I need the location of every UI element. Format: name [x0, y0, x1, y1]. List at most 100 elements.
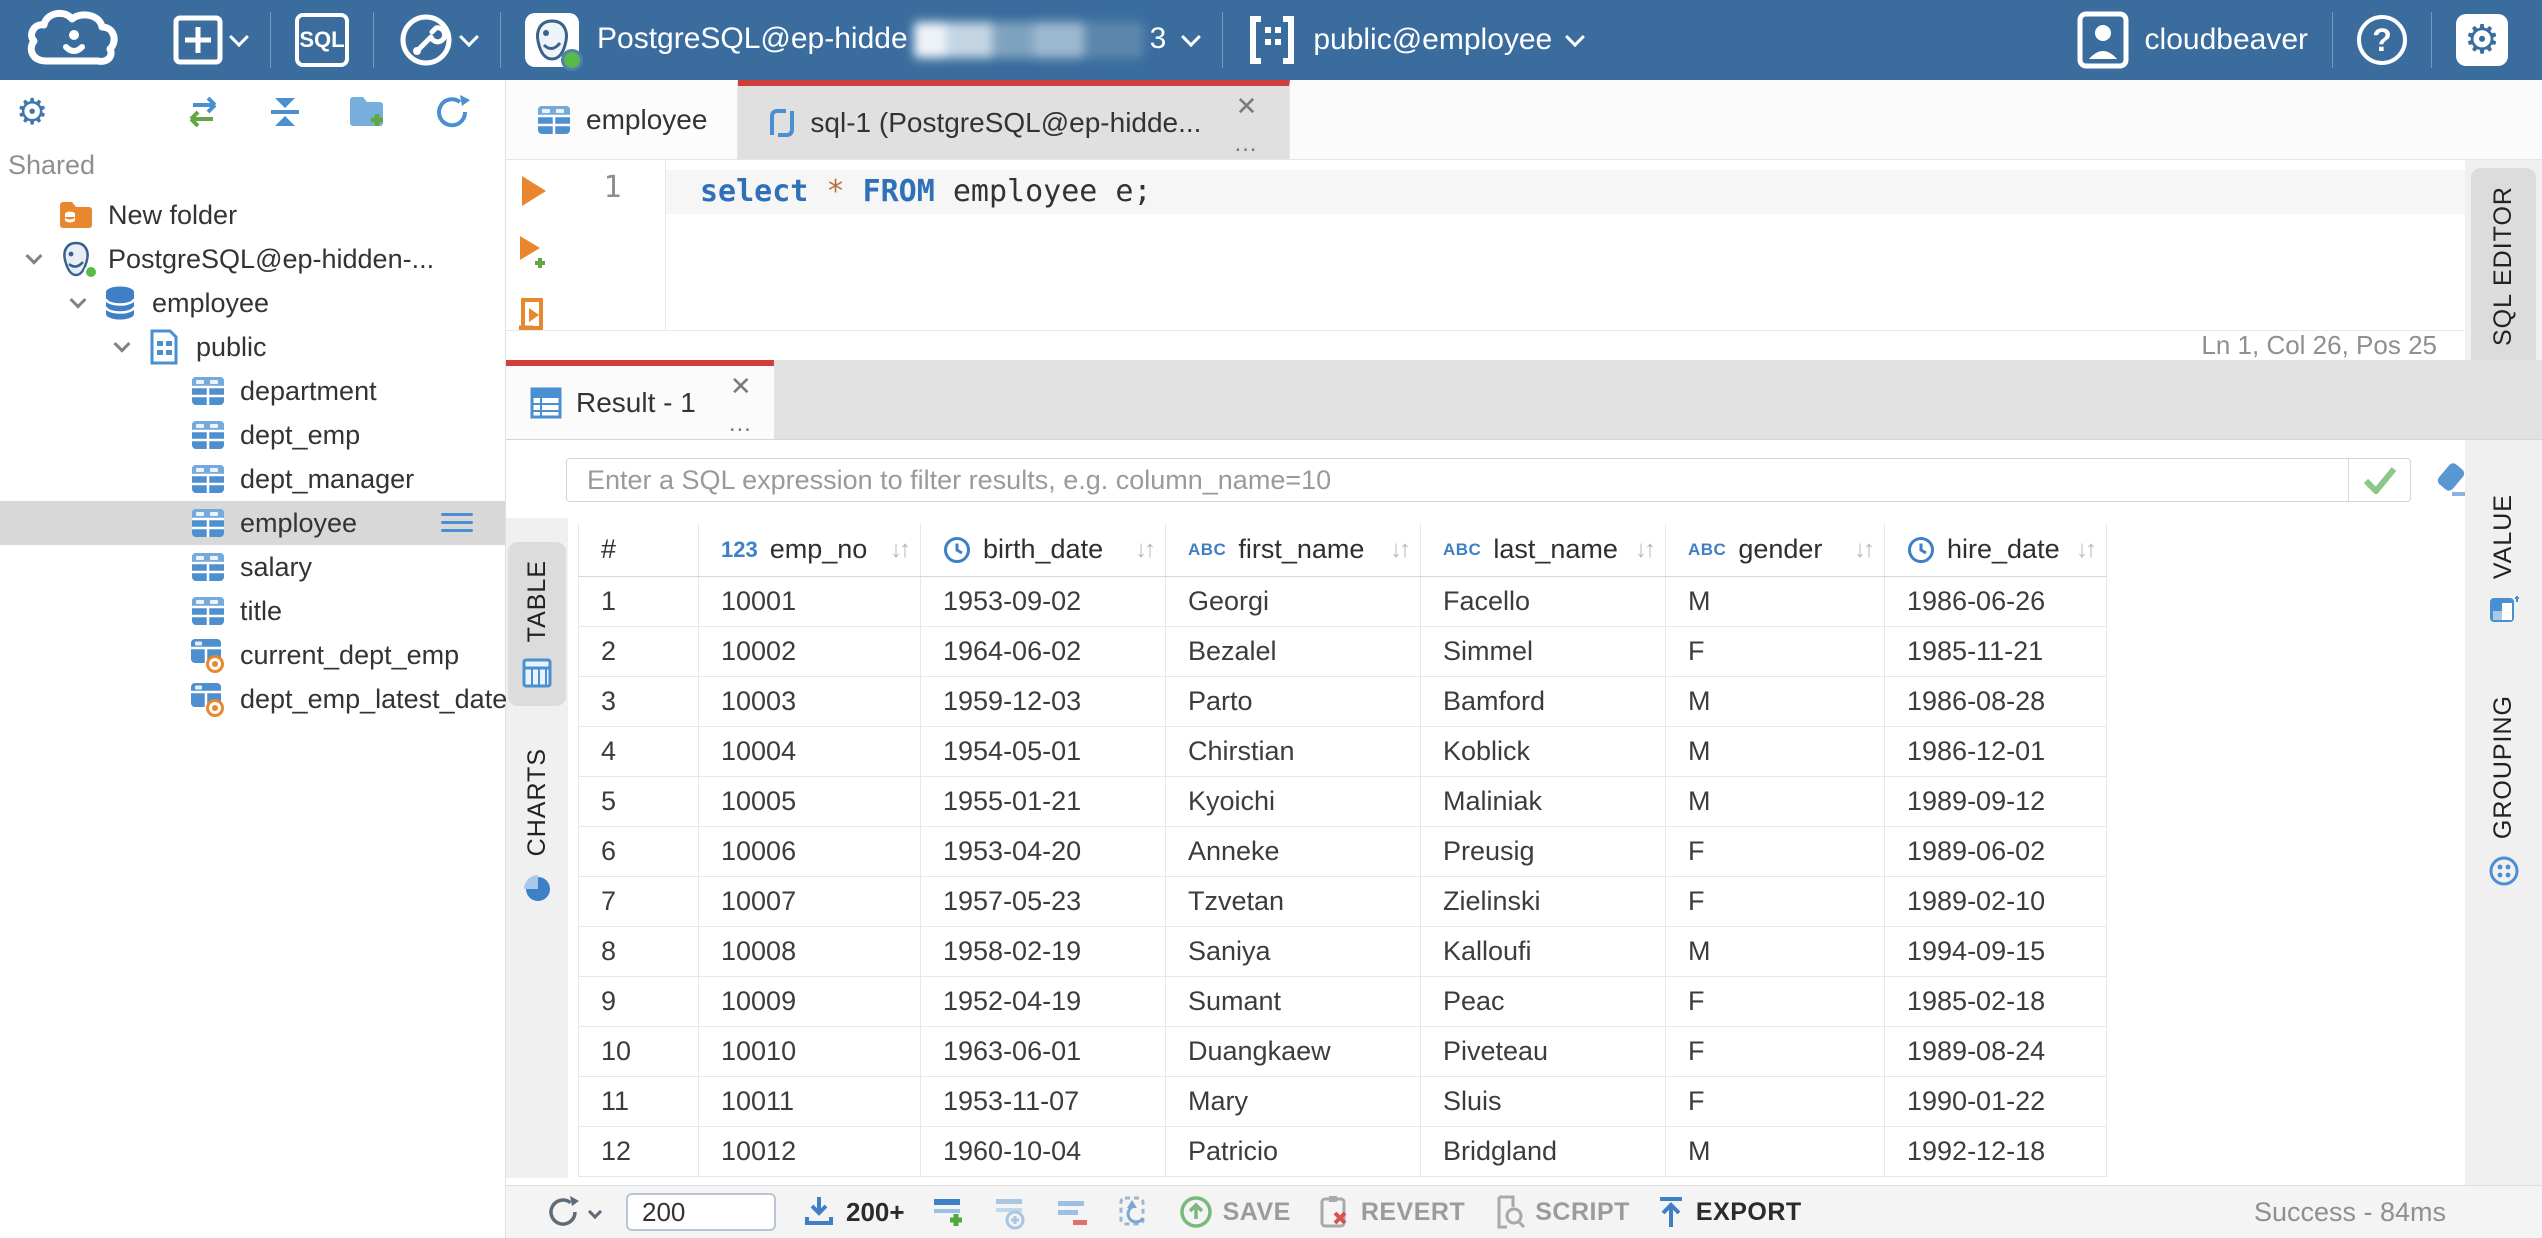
execute-in-new-tab-button[interactable]: [516, 234, 550, 272]
tree-item-dept-manager[interactable]: dept_manager: [0, 457, 505, 501]
tree-item-department[interactable]: department: [0, 369, 505, 413]
table-cell[interactable]: 1952-04-19: [920, 976, 1166, 1027]
table-cell[interactable]: 1989-09-12: [1884, 776, 2107, 827]
column-header-emp_no[interactable]: 123 emp_no ↓↑: [698, 524, 921, 577]
tab-result-1[interactable]: Result - 1 ✕ …: [506, 360, 774, 439]
table-cell[interactable]: 10011: [698, 1076, 921, 1127]
table-cell[interactable]: 3: [578, 676, 699, 727]
table-cell[interactable]: F: [1665, 876, 1885, 927]
table-cell[interactable]: Bamford: [1420, 676, 1666, 727]
tree-item-new-folder[interactable]: New folder: [0, 193, 505, 237]
table-cell[interactable]: 10006: [698, 826, 921, 877]
table-cell[interactable]: 1953-11-07: [920, 1076, 1166, 1127]
table-cell[interactable]: 1985-02-18: [1884, 976, 2107, 1027]
table-cell[interactable]: 1954-05-01: [920, 726, 1166, 777]
table-cell[interactable]: M: [1665, 726, 1885, 777]
sort-icon[interactable]: ↓↑: [2076, 536, 2097, 564]
table-cell[interactable]: 1958-02-19: [920, 926, 1166, 977]
tree-item-dept-emp[interactable]: dept_emp: [0, 413, 505, 457]
refresh-tree-button[interactable]: [433, 93, 471, 131]
tab-menu-icon[interactable]: …: [1233, 131, 1259, 155]
table-cell[interactable]: Anneke: [1165, 826, 1421, 877]
table-cell[interactable]: 1953-09-02: [920, 576, 1166, 627]
refresh-result-button[interactable]: [546, 1195, 603, 1229]
tree-item-current-dept-emp[interactable]: current_dept_emp: [0, 633, 505, 677]
tree-item-employee[interactable]: employee: [0, 501, 505, 545]
table-cell[interactable]: 10007: [698, 876, 921, 927]
tree-item-public[interactable]: public: [0, 325, 505, 369]
node-actions-menu-icon[interactable]: [441, 513, 473, 532]
open-sql-editor-button[interactable]: SQL: [271, 0, 373, 80]
expand-chevron-icon[interactable]: [58, 291, 98, 309]
connection-selector[interactable]: PostgreSQL@ep-hidde 3: [501, 0, 1222, 80]
close-result-icon[interactable]: ✕: [730, 373, 752, 399]
table-cell[interactable]: 10010: [698, 1026, 921, 1077]
table-cell[interactable]: Preusig: [1420, 826, 1666, 877]
table-cell[interactable]: Bridgland: [1420, 1126, 1666, 1177]
close-tab-icon[interactable]: ✕: [1236, 93, 1258, 119]
table-cell[interactable]: 1989-08-24: [1884, 1026, 2107, 1077]
schema-selector[interactable]: public@employee: [1223, 0, 1606, 80]
table-cell[interactable]: Koblick: [1420, 726, 1666, 777]
table-cell[interactable]: Kalloufi: [1420, 926, 1666, 977]
table-cell[interactable]: 1989-02-10: [1884, 876, 2107, 927]
table-cell[interactable]: 10008: [698, 926, 921, 977]
table-cell[interactable]: Saniya: [1165, 926, 1421, 977]
table-cell[interactable]: 9: [578, 976, 699, 1027]
sort-icon[interactable]: ↓↑: [1854, 536, 1875, 564]
tree-item-title[interactable]: title: [0, 589, 505, 633]
table-cell[interactable]: Duangkaew: [1165, 1026, 1421, 1077]
column-header-first_name[interactable]: ABC first_name ↓↑: [1165, 524, 1421, 577]
tab-grouping-panel[interactable]: GROUPING: [2465, 677, 2542, 905]
table-cell[interactable]: 11: [578, 1076, 699, 1127]
table-cell[interactable]: 1986-12-01: [1884, 726, 2107, 777]
revert-button[interactable]: REVERT: [1317, 1195, 1465, 1229]
result-menu-icon[interactable]: …: [728, 411, 754, 435]
column-header-hire_date[interactable]: hire_date ↓↑: [1884, 524, 2107, 577]
table-cell[interactable]: 10001: [698, 576, 921, 627]
table-cell[interactable]: 8: [578, 926, 699, 977]
driver-manager-button[interactable]: [374, 0, 500, 80]
user-menu[interactable]: cloudbeaver: [2053, 0, 2332, 80]
table-cell[interactable]: Facello: [1420, 576, 1666, 627]
table-cell[interactable]: 10002: [698, 626, 921, 677]
tab-table-presentation[interactable]: TABLE: [508, 542, 566, 707]
sort-icon[interactable]: ↓↑: [1390, 536, 1411, 564]
delete-row-button[interactable]: [1055, 1194, 1091, 1230]
table-cell[interactable]: 1990-01-22: [1884, 1076, 2107, 1127]
table-cell[interactable]: 1957-05-23: [920, 876, 1166, 927]
table-cell[interactable]: 12: [578, 1126, 699, 1177]
sort-icon[interactable]: ↓↑: [890, 536, 911, 564]
table-cell[interactable]: 6: [578, 826, 699, 877]
table-cell[interactable]: 1994-09-15: [1884, 926, 2107, 977]
table-cell[interactable]: Maliniak: [1420, 776, 1666, 827]
add-row-button[interactable]: [931, 1194, 967, 1230]
table-cell[interactable]: 1992-12-18: [1884, 1126, 2107, 1177]
table-cell[interactable]: 5: [578, 776, 699, 827]
tab-sql-1[interactable]: sql-1 (PostgreSQL@ep-hidde... ✕ …: [738, 80, 1291, 159]
table-cell[interactable]: Zielinski: [1420, 876, 1666, 927]
table-cell[interactable]: Tzvetan: [1165, 876, 1421, 927]
table-cell[interactable]: Peac: [1420, 976, 1666, 1027]
sort-icon[interactable]: ↓↑: [1135, 536, 1156, 564]
tree-item-dept-emp-latest-date[interactable]: dept_emp_latest_date: [0, 677, 507, 721]
execute-query-button[interactable]: [518, 174, 548, 208]
table-cell[interactable]: Parto: [1165, 676, 1421, 727]
table-cell[interactable]: 10005: [698, 776, 921, 827]
table-cell[interactable]: 4: [578, 726, 699, 777]
table-cell[interactable]: 10009: [698, 976, 921, 1027]
table-cell[interactable]: Simmel: [1420, 626, 1666, 677]
expand-chevron-icon[interactable]: [102, 335, 142, 353]
table-cell[interactable]: Sumant: [1165, 976, 1421, 1027]
save-button[interactable]: SAVE: [1179, 1195, 1291, 1229]
tree-item-salary[interactable]: salary: [0, 545, 505, 589]
table-cell[interactable]: 1985-11-21: [1884, 626, 2107, 677]
column-header-gender[interactable]: ABC gender ↓↑: [1665, 524, 1885, 577]
help-button[interactable]: ?: [2333, 0, 2431, 80]
table-cell[interactable]: Mary: [1165, 1076, 1421, 1127]
table-cell[interactable]: Chirstian: [1165, 726, 1421, 777]
fetch-more-button[interactable]: 200+: [802, 1195, 905, 1229]
script-button[interactable]: SCRIPT: [1491, 1195, 1630, 1229]
tree-item-employee[interactable]: employee: [0, 281, 505, 325]
table-cell[interactable]: 1955-01-21: [920, 776, 1166, 827]
